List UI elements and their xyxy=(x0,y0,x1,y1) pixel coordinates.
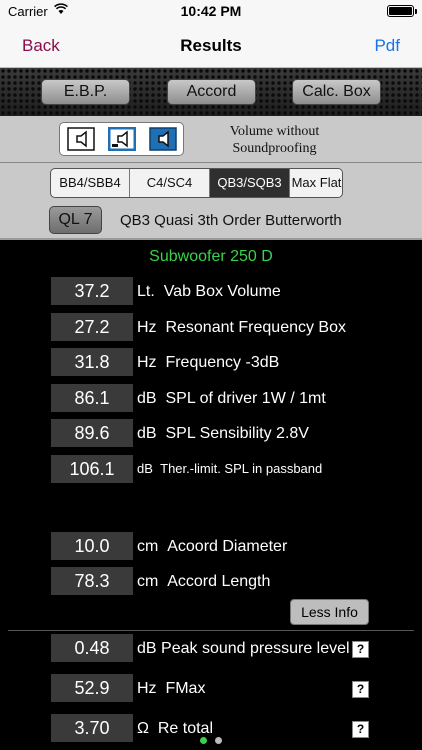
speaker-bandpass-icon[interactable] xyxy=(149,127,177,151)
ql-button[interactable]: QL 7 xyxy=(49,206,102,234)
speaker-sealed-icon[interactable] xyxy=(67,127,95,151)
extra-label: Ω Re total xyxy=(137,720,213,738)
result-unit: dB xyxy=(137,390,157,407)
pdf-button[interactable]: Pdf xyxy=(374,36,400,56)
volume-note: Volume without Soundproofing xyxy=(212,123,337,157)
result-label-text: Ther.-limit. SPL in passband xyxy=(160,461,323,476)
page-dot[interactable] xyxy=(215,737,222,744)
accord-label: cm Acoord Diameter xyxy=(137,538,287,556)
page-title: Results xyxy=(180,36,242,55)
accord-value: 10.0 xyxy=(51,532,133,560)
result-value: 27.2 xyxy=(51,313,133,341)
accord-label: cm Accord Length xyxy=(137,573,270,591)
status-time: 10:42 PM xyxy=(180,3,242,19)
result-label-text: SPL Sensibility 2.8V xyxy=(165,425,309,442)
extra-value: 0.48 xyxy=(51,634,133,662)
accord-unit: cm xyxy=(137,573,159,590)
help-icon[interactable]: ? xyxy=(352,681,369,698)
result-label-text: SPL of driver 1W / 1mt xyxy=(165,390,326,407)
mesh-toolbar: E.B.P. Accord Calc. Box xyxy=(0,68,422,116)
extra-label-text: Peak sound pressure level xyxy=(161,640,350,657)
accord-unit: cm xyxy=(137,538,159,555)
panel-divider xyxy=(0,162,422,163)
result-value: 31.8 xyxy=(51,348,133,376)
extra-label: dB Peak sound pressure level xyxy=(137,640,350,658)
result-label-text: Frequency -3dB xyxy=(165,354,280,371)
alignment-segmented-control: BB4/SBB4 C4/SC4 QB3/SQB3 Max Flat xyxy=(50,168,343,198)
status-bar: Carrier 10:42 PM xyxy=(0,0,422,22)
extra-label: Hz FMax xyxy=(137,680,205,698)
extra-unit: dB xyxy=(137,640,157,657)
ebp-button[interactable]: E.B.P. xyxy=(41,79,130,105)
result-label: dB Ther.-limit. SPL in passband xyxy=(137,461,322,476)
result-label-text: Vab Box Volume xyxy=(163,283,281,300)
result-label: Hz Resonant Frequency Box xyxy=(137,319,346,337)
accord-label-text: Accord Length xyxy=(167,573,271,590)
accord-button[interactable]: Accord xyxy=(167,79,256,105)
extra-value: 52.9 xyxy=(51,674,133,702)
navigation-bar: Back Results Pdf xyxy=(0,22,422,68)
extra-label-text: FMax xyxy=(165,680,206,697)
alignment-description: QB3 Quasi 3th Order Butterworth xyxy=(120,212,342,229)
settings-panel: Volume without Soundproofing BB4/SBB4 C4… xyxy=(0,116,422,240)
tab-c4-sc4[interactable]: C4/SC4 xyxy=(130,169,210,197)
tab-max-flat[interactable]: Max Flat xyxy=(290,169,342,197)
result-unit: dB xyxy=(137,461,153,476)
speaker-ported-icon[interactable] xyxy=(107,126,137,152)
extra-unit: Hz xyxy=(137,680,157,697)
volume-note-line2: Soundproofing xyxy=(232,141,317,156)
tab-bb4-sbb4[interactable]: BB4/SBB4 xyxy=(51,169,130,197)
help-icon[interactable]: ? xyxy=(352,641,369,658)
result-unit: Hz xyxy=(137,354,157,371)
speaker-type-selector xyxy=(59,122,184,156)
section-divider xyxy=(8,630,414,631)
calc-box-button[interactable]: Calc. Box xyxy=(292,79,381,105)
accord-label-text: Acoord Diameter xyxy=(167,538,288,555)
tab-qb3-sqb3[interactable]: QB3/SQB3 xyxy=(210,169,290,197)
volume-note-line1: Volume without xyxy=(229,124,320,139)
back-button[interactable]: Back xyxy=(22,36,60,56)
result-value: 37.2 xyxy=(51,277,133,305)
result-label-text: Resonant Frequency Box xyxy=(165,319,346,336)
result-unit: dB xyxy=(137,425,157,442)
model-name: Subwoofer 250 D xyxy=(149,248,273,265)
extra-label-text: Re total xyxy=(157,720,213,737)
result-value: 106.1 xyxy=(51,455,133,483)
result-label: Hz Frequency -3dB xyxy=(137,354,279,372)
result-label: Lt. Vab Box Volume xyxy=(137,283,281,301)
result-unit: Lt. xyxy=(137,283,155,300)
result-unit: Hz xyxy=(137,319,157,336)
accord-value: 78.3 xyxy=(51,567,133,595)
battery-icon xyxy=(387,5,417,17)
battery-fill xyxy=(389,7,412,15)
page-dot[interactable] xyxy=(200,737,207,744)
result-value: 89.6 xyxy=(51,419,133,447)
result-label: dB SPL of driver 1W / 1mt xyxy=(137,390,326,408)
help-icon[interactable]: ? xyxy=(352,721,369,738)
extra-unit: Ω xyxy=(137,720,149,737)
less-info-button[interactable]: Less Info xyxy=(290,599,369,625)
result-label: dB SPL Sensibility 2.8V xyxy=(137,425,309,443)
result-value: 86.1 xyxy=(51,384,133,412)
page-indicator[interactable] xyxy=(0,737,422,744)
